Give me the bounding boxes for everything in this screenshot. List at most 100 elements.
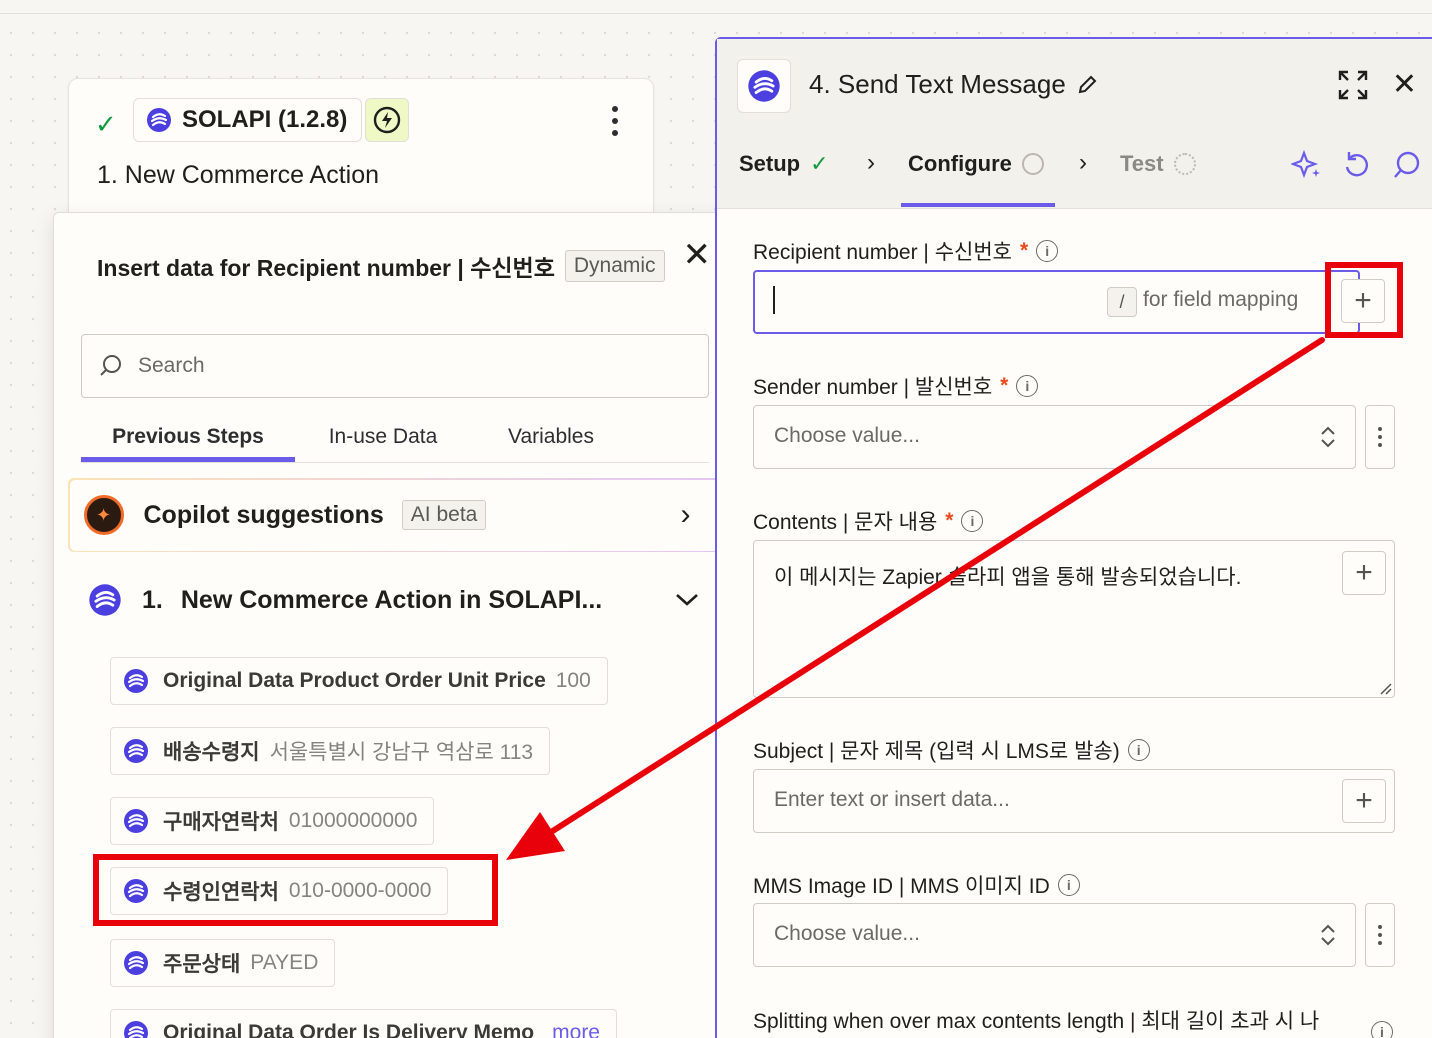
ai-beta-badge: AI beta bbox=[401, 500, 487, 530]
app-logo bbox=[737, 59, 791, 113]
field-name: Original Data Order Is Delivery Memo bbox=[163, 1021, 535, 1038]
solapi-logo-icon bbox=[89, 584, 121, 616]
subject-label-text: Subject | 문자 제목 (입력 시 LMS로 발송) bbox=[753, 740, 1120, 763]
field-value: 서울특별시 강남구 역삼로 113 bbox=[269, 741, 534, 764]
sparkle-icon[interactable] bbox=[1291, 149, 1323, 181]
mms-image-select[interactable]: Choose value... bbox=[753, 903, 1356, 967]
field-chip[interactable]: Original Data Product Order Unit Price 1… bbox=[110, 657, 608, 705]
insert-data-button[interactable]: + bbox=[1342, 779, 1386, 823]
nav-setup-label: Setup bbox=[739, 151, 801, 176]
action-config-panel: 4. Send Text Message ✕ Setup ✓ › Configu… bbox=[715, 37, 1432, 1038]
info-icon[interactable]: i bbox=[1371, 1021, 1393, 1038]
solapi-logo-icon bbox=[748, 70, 780, 102]
resize-handle-icon[interactable] bbox=[1378, 681, 1392, 695]
picker-title: Insert data for Recipient number | 수신번호 bbox=[97, 255, 555, 281]
step-number: 1. bbox=[142, 585, 163, 614]
solapi-logo-icon bbox=[124, 951, 148, 975]
copilot-suggestions[interactable]: ✦ Copilot suggestions AI beta › bbox=[68, 478, 722, 552]
mms-label-text: MMS Image ID | MMS 이미지 ID bbox=[753, 875, 1050, 898]
copilot-label: Copilot suggestions bbox=[143, 500, 384, 529]
tab-in-use-data[interactable]: In-use Data bbox=[295, 425, 471, 462]
tab-previous-steps[interactable]: Previous Steps bbox=[81, 425, 295, 462]
required-mark: * bbox=[1020, 239, 1029, 262]
top-bar bbox=[0, 0, 1432, 14]
mms-label: MMS Image ID | MMS 이미지 ID i bbox=[753, 870, 1080, 900]
field-chip[interactable]: Original Data Order Is Delivery Memo mor… bbox=[110, 1009, 617, 1038]
updown-chevron-icon bbox=[1321, 426, 1335, 448]
field-name: 배송수령지 bbox=[163, 741, 260, 764]
sender-placeholder: Choose value... bbox=[774, 424, 920, 447]
chevron-right-icon: › bbox=[680, 498, 691, 531]
solapi-logo-icon bbox=[124, 669, 148, 693]
more-options-icon[interactable] bbox=[603, 103, 627, 139]
undo-icon[interactable] bbox=[1341, 149, 1373, 181]
required-mark: * bbox=[945, 509, 954, 532]
trigger-step-card[interactable]: ✓ SOLAPI (1.2.8) 1. New Commerce Action bbox=[68, 78, 654, 228]
field-name: Original Data Product Order Unit Price bbox=[163, 669, 546, 692]
field-name: 구매자연락처 bbox=[163, 811, 279, 834]
field-value: 100 bbox=[555, 669, 591, 692]
solapi-logo-icon bbox=[124, 739, 148, 763]
field-chip[interactable]: 주문상태 PAYED bbox=[110, 939, 336, 987]
required-mark: * bbox=[1000, 374, 1009, 397]
field-chip[interactable]: 배송수령지 서울특별시 강남구 역삼로 113 bbox=[110, 727, 551, 775]
info-icon[interactable]: i bbox=[1016, 375, 1039, 397]
close-icon[interactable]: ✕ bbox=[1392, 67, 1417, 102]
updown-chevron-icon bbox=[1321, 924, 1335, 946]
splitting-label: Splitting when over max contents length … bbox=[753, 1005, 1319, 1035]
contents-label-text: Contents | 문자 내용 bbox=[753, 511, 938, 534]
chevron-right-icon: › bbox=[867, 149, 875, 176]
search-box[interactable] bbox=[81, 334, 709, 398]
field-options-button[interactable] bbox=[1365, 405, 1395, 469]
field-options-button[interactable] bbox=[1365, 903, 1395, 967]
solapi-logo-icon bbox=[147, 108, 171, 132]
text-cursor bbox=[773, 286, 775, 314]
chevron-down-icon bbox=[676, 594, 698, 606]
solapi-logo-icon bbox=[124, 809, 148, 833]
nav-configure[interactable]: Configure bbox=[908, 151, 1044, 177]
timer-icon bbox=[1173, 153, 1196, 175]
edit-pencil-icon[interactable] bbox=[1076, 74, 1098, 96]
info-icon[interactable]: i bbox=[1057, 874, 1080, 896]
picker-tabs: Previous Steps In-use Data Variables bbox=[81, 425, 709, 463]
app-chip[interactable]: SOLAPI (1.2.8) bbox=[133, 98, 363, 142]
nav-setup[interactable]: Setup ✓ bbox=[739, 151, 829, 177]
step-group-header[interactable]: 1. New Commerce Action in SOLAPI... bbox=[88, 583, 708, 617]
comment-icon[interactable] bbox=[1391, 149, 1423, 181]
sender-number-select[interactable]: Choose value... bbox=[753, 405, 1356, 469]
annotation-highlight-plus bbox=[1325, 262, 1403, 338]
config-header: 4. Send Text Message ✕ bbox=[717, 39, 1432, 131]
field-mapping-hint: for field mapping bbox=[1143, 288, 1299, 311]
splitting-label-text: Splitting when over max contents length … bbox=[753, 1010, 1320, 1033]
app-name: SOLAPI (1.2.8) bbox=[182, 106, 348, 133]
sender-label-text: Sender number | 발신번호 bbox=[753, 376, 993, 399]
field-value: 01000000000 bbox=[288, 809, 418, 832]
trigger-title: 1. New Commerce Action bbox=[97, 161, 380, 189]
tab-variables[interactable]: Variables bbox=[471, 425, 631, 462]
annotation-highlight-field bbox=[93, 854, 498, 926]
search-icon bbox=[100, 355, 121, 376]
subject-label: Subject | 문자 제목 (입력 시 LMS로 발송) i bbox=[753, 735, 1150, 765]
insert-data-button[interactable]: + bbox=[1342, 551, 1386, 595]
field-chip[interactable]: 구매자연락처 01000000000 bbox=[110, 797, 435, 845]
expand-icon[interactable] bbox=[1337, 69, 1369, 101]
mms-placeholder: Choose value... bbox=[774, 922, 920, 945]
step-title: 4. Send Text Message bbox=[809, 69, 1066, 99]
info-icon[interactable]: i bbox=[1036, 240, 1059, 262]
contents-label: Contents | 문자 내용 * i bbox=[753, 506, 984, 536]
subject-placeholder: Enter text or insert data... bbox=[774, 788, 1010, 811]
subject-input[interactable]: Enter text or insert data... + bbox=[753, 769, 1395, 833]
nav-test[interactable]: Test bbox=[1120, 151, 1196, 177]
close-icon[interactable]: ✕ bbox=[683, 235, 712, 275]
active-tab-indicator bbox=[901, 203, 1055, 207]
recipient-number-input[interactable]: / for field mapping bbox=[753, 270, 1360, 334]
more-link[interactable]: more bbox=[552, 1021, 600, 1038]
pending-circle-icon bbox=[1021, 153, 1044, 175]
info-icon[interactable]: i bbox=[1127, 739, 1150, 761]
contents-textarea[interactable]: 이 메시지는 Zapier 솔라피 앱을 통해 발송되었습니다. + bbox=[753, 540, 1395, 698]
check-icon: ✓ bbox=[95, 109, 117, 139]
slash-key-hint: / bbox=[1107, 287, 1137, 317]
contents-value: 이 메시지는 Zapier 솔라피 앱을 통해 발송되었습니다. bbox=[774, 566, 1242, 589]
search-input[interactable] bbox=[138, 354, 658, 378]
info-icon[interactable]: i bbox=[961, 510, 984, 532]
